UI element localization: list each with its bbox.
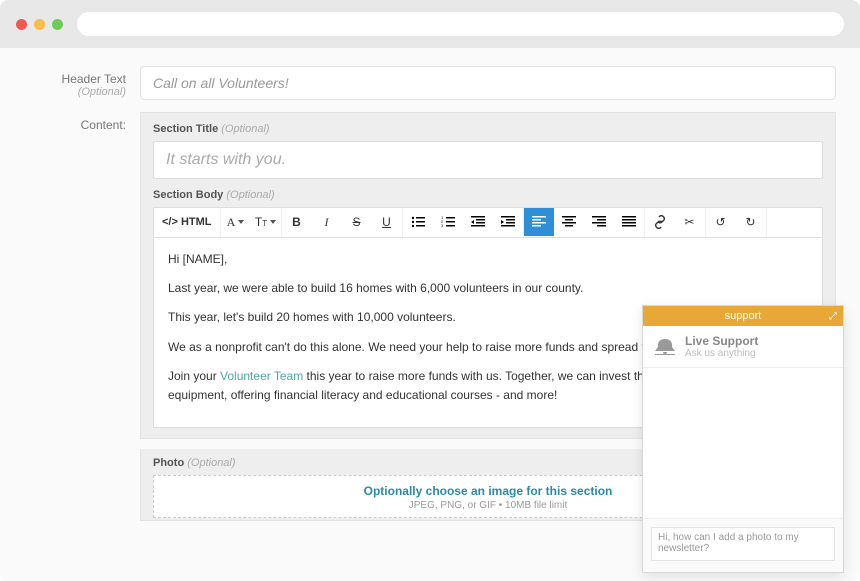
- align-justify-button[interactable]: [614, 208, 644, 236]
- section-title-label: Section Title: [153, 123, 218, 135]
- support-header[interactable]: support ⤢: [643, 306, 843, 326]
- expand-icon[interactable]: ⤢: [829, 311, 837, 322]
- titlebar: [0, 0, 860, 48]
- support-message-input[interactable]: Hi, how can I add a photo to my newslett…: [651, 527, 835, 561]
- section-body-label: Section Body: [153, 189, 223, 201]
- bell-icon: [653, 337, 677, 357]
- support-header-label: support: [725, 310, 762, 322]
- url-bar[interactable]: [77, 12, 844, 36]
- indent-button[interactable]: [493, 208, 523, 236]
- zoom-icon[interactable]: [52, 19, 63, 30]
- link-button[interactable]: [645, 208, 675, 236]
- italic-button[interactable]: I: [312, 208, 342, 236]
- close-icon[interactable]: [16, 19, 27, 30]
- header-text-label: Header Text: [24, 72, 126, 86]
- ordered-list-button[interactable]: 123: [433, 208, 463, 236]
- app-window: Header Text (Optional) Content: Section …: [0, 0, 860, 581]
- optional-label: (Optional): [24, 86, 126, 98]
- support-body: [643, 368, 843, 518]
- font-size-dropdown[interactable]: TT: [251, 208, 281, 236]
- minimize-icon[interactable]: [34, 19, 45, 30]
- support-title: Live Support: [685, 334, 758, 348]
- support-subtitle: Ask us anything: [685, 348, 758, 359]
- section-title-input[interactable]: [153, 141, 823, 179]
- optional-label: (Optional): [221, 123, 269, 135]
- html-source-button[interactable]: </> HTML: [154, 208, 220, 236]
- support-widget: support ⤢ Live Support Ask us anything H…: [642, 305, 844, 573]
- bold-button[interactable]: B: [282, 208, 312, 236]
- editor-toolbar: </> HTML A TT B I S U: [153, 207, 823, 237]
- strikethrough-button[interactable]: S: [342, 208, 372, 236]
- align-center-button[interactable]: [554, 208, 584, 236]
- unlink-button[interactable]: ✂: [675, 208, 705, 236]
- volunteer-team-link[interactable]: Volunteer Team: [220, 369, 303, 383]
- svg-text:3: 3: [441, 223, 444, 228]
- optional-label: (Optional): [187, 457, 235, 469]
- content-label: Content:: [24, 118, 126, 132]
- photo-label: Photo: [153, 457, 184, 469]
- optional-label: (Optional): [226, 189, 274, 201]
- underline-button[interactable]: U: [372, 208, 402, 236]
- align-left-button[interactable]: [524, 208, 554, 236]
- editor-line: Last year, we were able to build 16 home…: [168, 279, 808, 298]
- editor-line: Hi [NAME],: [168, 250, 808, 269]
- header-text-input[interactable]: [140, 66, 836, 100]
- font-family-dropdown[interactable]: A: [221, 208, 251, 236]
- unordered-list-button[interactable]: [403, 208, 433, 236]
- support-title-row: Live Support Ask us anything: [643, 326, 843, 368]
- window-controls: [16, 19, 63, 30]
- undo-button[interactable]: ↺: [706, 208, 736, 236]
- align-right-button[interactable]: [584, 208, 614, 236]
- redo-button[interactable]: ↻: [736, 208, 766, 236]
- outdent-button[interactable]: [463, 208, 493, 236]
